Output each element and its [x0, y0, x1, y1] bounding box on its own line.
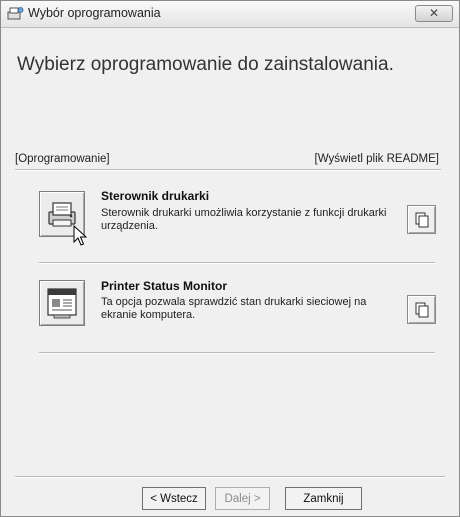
window-title: Wybór oprogramowania — [28, 6, 161, 20]
software-section-label: [Oprogramowanie] — [15, 153, 110, 165]
installer-icon — [7, 6, 24, 21]
close-button[interactable]: Zamknij — [285, 487, 362, 510]
item-title: Printer Status Monitor — [101, 279, 228, 293]
item-divider — [39, 262, 435, 264]
close-icon: ✕ — [428, 6, 440, 20]
item-description: Sterownik drukarki umożliwia korzystanie… — [101, 207, 387, 232]
readme-button[interactable] — [407, 205, 436, 234]
footer-divider — [15, 476, 445, 478]
item-title: Sterownik drukarki — [101, 189, 210, 203]
title-bar: Wybór oprogramowania ✕ — [1, 1, 459, 28]
mouse-cursor-icon — [73, 224, 88, 252]
readme-section-label: [Wyświetl plik README] — [314, 153, 440, 165]
close-window-button[interactable]: ✕ — [415, 5, 453, 22]
install-status-monitor-button[interactable] — [39, 280, 85, 326]
readme-button[interactable] — [407, 295, 436, 324]
section-divider — [15, 169, 441, 171]
next-button: Dalej > — [215, 487, 270, 510]
installer-window: Wybór oprogramowania ✕ Wybierz oprogramo… — [0, 0, 460, 517]
item-divider — [39, 352, 435, 354]
page-heading: Wybierz oprogramowanie do zainstalowania… — [17, 54, 394, 75]
item-description: Ta opcja pozwala sprawdzić stan drukarki… — [101, 296, 367, 321]
back-button[interactable]: < Wstecz — [142, 487, 206, 510]
